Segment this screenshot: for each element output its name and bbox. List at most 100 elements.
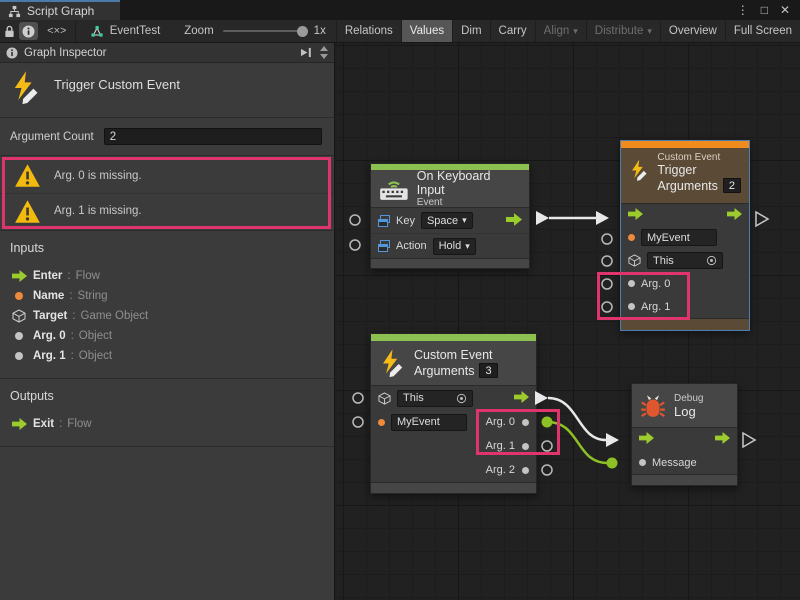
- flow-out-arrow[interactable]: [727, 208, 742, 223]
- toolbar-buttons: Relations Values Dim Carry Align ▾ Distr…: [336, 20, 800, 42]
- target-field[interactable]: This: [397, 390, 473, 407]
- flow-out-port[interactable]: [536, 211, 549, 225]
- object-port-icon[interactable]: [522, 419, 529, 426]
- object-picker-icon[interactable]: [706, 255, 717, 266]
- fullscreen-button[interactable]: Full Screen: [725, 20, 800, 42]
- wire-arrowhead: [606, 433, 619, 447]
- zoom-control: Zoom 1x: [174, 20, 336, 42]
- gameobject-port-icon[interactable]: [628, 254, 641, 267]
- value-in-port-empty[interactable]: [350, 215, 360, 225]
- object-port-icon[interactable]: [522, 443, 529, 450]
- value-out-port-connected[interactable]: [542, 417, 553, 428]
- flow-out-arrow[interactable]: [506, 213, 522, 229]
- node-footer: [621, 318, 749, 330]
- value-in-port-empty[interactable]: [602, 279, 612, 289]
- argument-count-input[interactable]: [104, 128, 322, 145]
- panel-spinner[interactable]: [320, 46, 328, 59]
- value-in-port-empty[interactable]: [602, 234, 612, 244]
- zoom-label: Zoom: [184, 25, 213, 37]
- argument-count-badge[interactable]: 3: [479, 363, 497, 378]
- message-label: Message: [652, 457, 697, 469]
- key-dropdown[interactable]: Space ▾: [421, 212, 473, 229]
- string-port-icon[interactable]: [628, 234, 635, 241]
- value-in-port-empty[interactable]: [353, 417, 363, 427]
- value-out-port-empty[interactable]: [542, 441, 552, 451]
- target-field[interactable]: This: [647, 252, 723, 269]
- distribute-dropdown[interactable]: Distribute ▾: [586, 20, 660, 42]
- flow-out-port-empty[interactable]: [743, 433, 755, 447]
- code-preview-button[interactable]: <×>: [39, 20, 76, 42]
- value-out-port-empty[interactable]: [542, 465, 552, 475]
- script-graph-window: Script Graph ⋮ □ ✕ <×>: [0, 0, 800, 600]
- window-controls: ⋮ □ ✕: [727, 0, 800, 20]
- overview-button[interactable]: Overview: [660, 20, 725, 42]
- arguments-label: Arguments: [657, 179, 717, 193]
- zoom-slider[interactable]: [223, 30, 305, 32]
- carry-button[interactable]: Carry: [490, 20, 535, 42]
- inputs-section: Inputs Enter:Flow Name:String Target:Gam…: [0, 231, 334, 379]
- dock-panel-icon[interactable]: [300, 47, 313, 58]
- spinner-down-icon[interactable]: [320, 54, 328, 59]
- object-port-icon[interactable]: [522, 467, 529, 474]
- object-port-icon[interactable]: [628, 280, 635, 287]
- flow-in-arrow[interactable]: [639, 432, 654, 447]
- value-in-port-empty[interactable]: [602, 256, 612, 266]
- gameobject-port-icon[interactable]: [378, 392, 391, 405]
- script-graph-icon: [8, 5, 21, 18]
- window-close-icon[interactable]: ✕: [780, 3, 790, 17]
- argument-count-badge[interactable]: 2: [723, 178, 741, 193]
- align-dropdown[interactable]: Align ▾: [535, 20, 586, 42]
- graph-breadcrumb[interactable]: EventTest: [76, 20, 175, 42]
- node-title: Log: [674, 404, 703, 419]
- gameobject-port-icon: [12, 309, 26, 323]
- flow-port-icon: [12, 270, 27, 282]
- wire-event-to-debug[interactable]: [548, 398, 606, 440]
- graph-canvas[interactable]: On Keyboard Input Event Key Space ▾: [335, 43, 800, 600]
- string-port-icon: [15, 292, 23, 300]
- event-name-field[interactable]: MyEvent: [641, 229, 717, 246]
- action-dropdown[interactable]: Hold ▾: [433, 238, 476, 255]
- code-icon: <×>: [47, 25, 66, 37]
- window-maximize-icon[interactable]: □: [761, 3, 768, 17]
- value-in-port-empty[interactable]: [353, 393, 363, 403]
- action-label: Action: [396, 240, 427, 252]
- flow-out-arrow[interactable]: [715, 432, 730, 447]
- zoom-slider-knob[interactable]: [297, 26, 308, 37]
- inspector-toggle-button[interactable]: [19, 22, 37, 40]
- spinner-up-icon[interactable]: [320, 46, 328, 51]
- values-button[interactable]: Values: [401, 20, 452, 42]
- event-name-field[interactable]: MyEvent: [391, 414, 467, 431]
- dim-button[interactable]: Dim: [452, 20, 489, 42]
- arg-label: Arg. 0: [486, 416, 515, 428]
- node-custom-event[interactable]: Custom Event Arguments 3 This: [370, 333, 537, 494]
- value-in-port-connected[interactable]: [607, 458, 618, 469]
- node-trigger-custom-event[interactable]: Custom Event Trigger Arguments 2: [620, 140, 750, 331]
- inspector-title: Graph Inspector: [24, 47, 106, 59]
- tab-script-graph[interactable]: Script Graph: [0, 0, 120, 20]
- window-menu-icon[interactable]: ⋮: [737, 3, 749, 17]
- value-in-port-empty[interactable]: [350, 240, 360, 250]
- warning-text: Arg. 0 is missing.: [54, 170, 142, 182]
- flow-out-port-empty[interactable]: [756, 212, 768, 226]
- lock-button[interactable]: [0, 20, 18, 42]
- wire-arg0-to-message[interactable]: [547, 422, 608, 463]
- flow-in-arrow[interactable]: [628, 208, 643, 223]
- selection-accent-bar: [621, 141, 749, 148]
- arg-label: Arg. 1: [641, 301, 670, 313]
- node-on-keyboard-input[interactable]: On Keyboard Input Event Key Space ▾: [370, 163, 530, 269]
- flow-out-arrow[interactable]: [514, 391, 529, 406]
- arg-label: Arg. 0: [641, 278, 670, 290]
- node-debug-log[interactable]: Debug Log Message: [631, 383, 738, 486]
- warning-row: Arg. 0 is missing.: [0, 158, 334, 193]
- arg-label: Arg. 2: [486, 464, 515, 476]
- string-port-icon[interactable]: [378, 419, 385, 426]
- node-footer: [371, 258, 529, 268]
- chevron-down-icon: ▾: [465, 242, 470, 251]
- object-port-icon: [15, 332, 23, 340]
- object-port-icon[interactable]: [639, 459, 646, 466]
- relations-button[interactable]: Relations: [336, 20, 401, 42]
- object-port-icon[interactable]: [628, 303, 635, 310]
- outputs-section: Outputs Exit:Flow: [0, 379, 334, 447]
- object-picker-icon[interactable]: [456, 393, 467, 404]
- value-in-port-empty[interactable]: [602, 302, 612, 312]
